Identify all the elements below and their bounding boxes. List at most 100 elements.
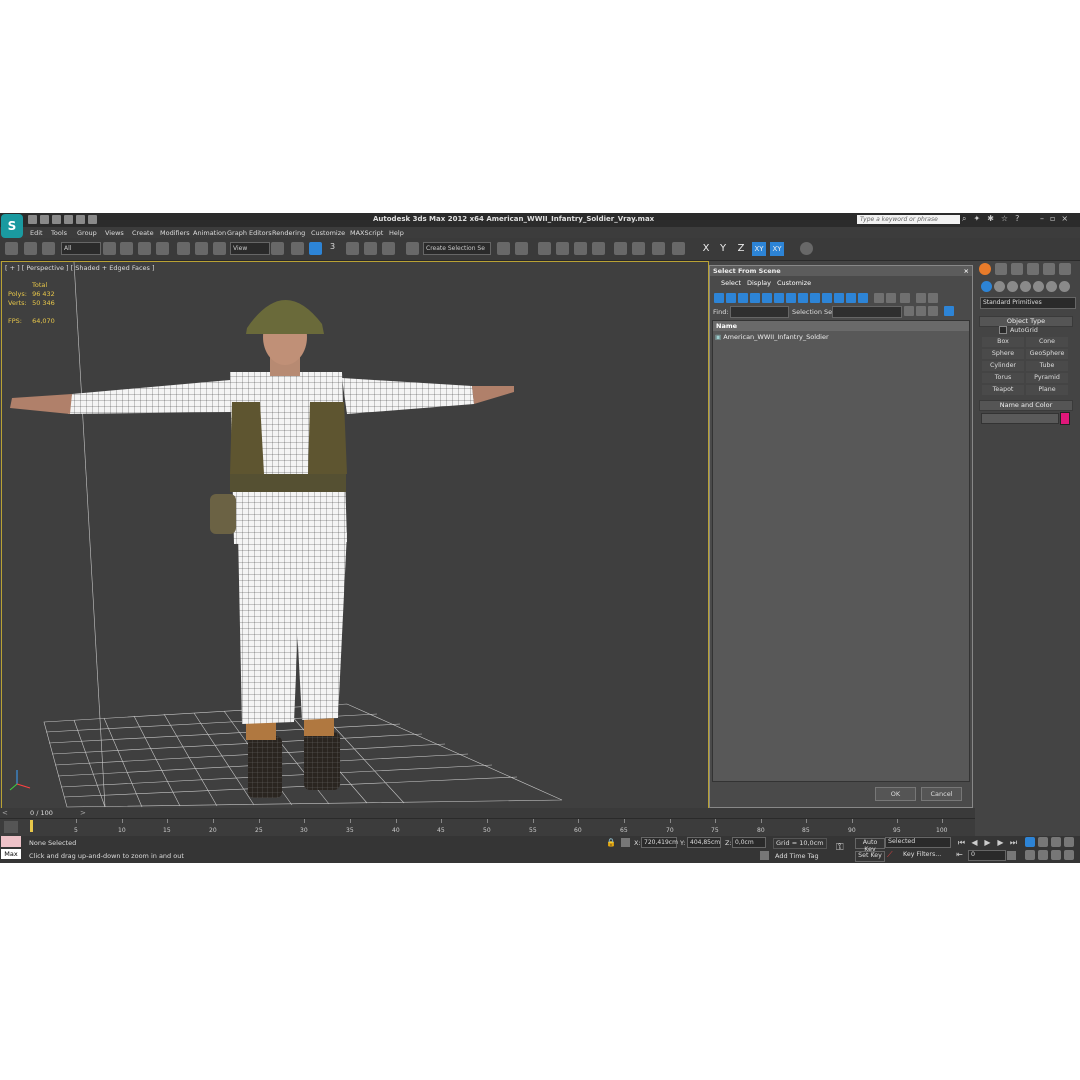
go-to-end-icon[interactable]: ⏭	[1009, 838, 1018, 847]
menu-animation[interactable]: Animation	[193, 229, 226, 237]
time-slider[interactable]: < 0 / 100 >	[0, 808, 975, 818]
material-editor-icon[interactable]	[614, 242, 627, 255]
help-icon[interactable]: ?	[1015, 214, 1019, 224]
select-object-icon[interactable]	[103, 242, 116, 255]
display-cameras-icon[interactable]	[750, 293, 760, 303]
percent-snap-icon[interactable]	[364, 242, 377, 255]
display-geometry-icon[interactable]	[714, 293, 724, 303]
bind-space-warp-icon[interactable]	[42, 242, 55, 255]
select-none-icon[interactable]	[916, 306, 926, 316]
pyramid-button[interactable]: Pyramid	[1026, 373, 1068, 383]
selection-set-dropdown[interactable]	[832, 306, 902, 318]
curve-editor-icon[interactable]	[574, 242, 587, 255]
selection-filter-dropdown[interactable]: All	[61, 242, 101, 255]
key-mode-dropdown[interactable]: Selected	[885, 837, 951, 848]
menu-edit[interactable]: Edit	[30, 229, 43, 237]
graphite-ribbon-icon[interactable]	[556, 242, 569, 255]
add-time-tag[interactable]: Add Time Tag	[775, 852, 819, 860]
ok-button[interactable]: OK	[875, 787, 916, 801]
render-production-icon[interactable]	[672, 242, 685, 255]
time-slider-prev-icon[interactable]: <	[2, 809, 8, 817]
mini-curve-editor-icon[interactable]	[4, 821, 18, 833]
angle-snap-icon[interactable]	[346, 242, 359, 255]
box-button[interactable]: Box	[982, 337, 1024, 347]
search-input[interactable]: Type a keyword or phrase	[857, 215, 960, 224]
select-manipulate-icon[interactable]	[291, 242, 304, 255]
sync-selection-icon[interactable]	[900, 293, 910, 303]
display-space-warps-icon[interactable]	[774, 293, 784, 303]
rectangular-selection-icon[interactable]	[138, 242, 151, 255]
scale-icon[interactable]	[213, 242, 226, 255]
maximize-viewport-icon[interactable]	[1064, 850, 1074, 860]
play-icon[interactable]: ▶	[983, 838, 992, 847]
plane-button[interactable]: Plane	[1026, 385, 1068, 395]
z-coordinate-field[interactable]: 0,0cm	[732, 837, 766, 848]
select-dependents-icon[interactable]	[944, 306, 954, 316]
vray-icon[interactable]	[800, 242, 813, 255]
display-invert-icon[interactable]	[886, 293, 896, 303]
dialog-menu-display[interactable]: Display	[747, 279, 771, 287]
display-bones-icon[interactable]	[810, 293, 820, 303]
project-folder-icon[interactable]	[88, 215, 97, 224]
window-crossing-icon[interactable]	[156, 242, 169, 255]
menu-customize[interactable]: Customize	[311, 229, 345, 237]
mirror-icon[interactable]	[497, 242, 510, 255]
undo-icon[interactable]	[64, 215, 73, 224]
axis-x-button[interactable]: X	[699, 242, 713, 256]
display-shapes-icon[interactable]	[726, 293, 736, 303]
hierarchy-tab-icon[interactable]	[1011, 263, 1023, 275]
object-list[interactable]: Name ▣ American_WWII_Infantry_Soldier	[712, 320, 970, 782]
find-input[interactable]	[730, 306, 789, 318]
modify-tab-icon[interactable]	[995, 263, 1007, 275]
autogrid-checkbox[interactable]	[999, 326, 1007, 334]
create-tab-icon[interactable]	[979, 263, 991, 275]
object-type-rollout[interactable]: Object Type	[979, 316, 1073, 327]
render-setup-icon[interactable]	[632, 242, 645, 255]
dialog-title-bar[interactable]: Select From Scene ×	[710, 266, 972, 276]
time-slider-next-icon[interactable]: >	[80, 809, 86, 817]
select-all-icon[interactable]	[904, 306, 914, 316]
axis-y-button[interactable]: Y	[716, 242, 730, 256]
axis-z-button[interactable]: Z	[734, 242, 748, 256]
communication-icon[interactable]: ✱	[987, 214, 994, 224]
zoom-icon[interactable]	[1025, 837, 1035, 847]
rendered-frame-window-icon[interactable]	[652, 242, 665, 255]
teapot-button[interactable]: Teapot	[982, 385, 1024, 395]
key-mode-toggle-icon[interactable]: ⇤	[955, 850, 964, 859]
time-tag-icon[interactable]	[760, 851, 769, 860]
maxscript-listener-swatch[interactable]	[1, 836, 21, 847]
favorites-icon[interactable]: ☆	[1001, 214, 1008, 224]
menu-views[interactable]: Views	[105, 229, 124, 237]
time-marker[interactable]	[30, 820, 33, 832]
time-configuration-icon[interactable]	[1007, 851, 1016, 860]
display-groups-icon[interactable]	[786, 293, 796, 303]
utilities-tab-icon[interactable]	[1059, 263, 1071, 275]
menu-maxscript[interactable]: MAXScript	[350, 229, 383, 237]
space-warps-icon[interactable]	[1046, 281, 1057, 292]
binoculars-icon[interactable]: ⌕	[962, 214, 966, 224]
save-file-icon[interactable]	[52, 215, 61, 224]
open-file-icon[interactable]	[40, 215, 49, 224]
display-all-icon[interactable]	[858, 293, 868, 303]
axis-xy-button[interactable]: XY	[752, 242, 766, 256]
display-frozen-icon[interactable]	[834, 293, 844, 303]
object-color-swatch[interactable]	[1060, 412, 1070, 425]
display-xrefs-icon[interactable]	[798, 293, 808, 303]
select-by-name-icon[interactable]	[120, 242, 133, 255]
set-keys-icon[interactable]: ⟋	[887, 850, 893, 860]
display-helpers-icon[interactable]	[762, 293, 772, 303]
current-frame-field[interactable]: 0	[968, 850, 1006, 861]
subscription-icon[interactable]: ✦	[973, 214, 980, 224]
cylinder-button[interactable]: Cylinder	[982, 361, 1024, 371]
lock-selection-icon[interactable]: 🔒	[606, 838, 616, 847]
cameras-icon[interactable]	[1020, 281, 1031, 292]
menu-tools[interactable]: Tools	[51, 229, 67, 237]
track-bar[interactable]: 5 10 15 20 25 30 35 40 45 50 55 60 65 70…	[0, 818, 975, 837]
keyboard-shortcut-override-icon[interactable]	[309, 242, 322, 255]
motion-tab-icon[interactable]	[1027, 263, 1039, 275]
display-containers-icon[interactable]	[822, 293, 832, 303]
sphere-button[interactable]: Sphere	[982, 349, 1024, 359]
spinner-snap-icon[interactable]	[382, 242, 395, 255]
dialog-close-icon[interactable]: ×	[964, 266, 969, 276]
menu-graph-editors[interactable]: Graph Editors	[227, 229, 272, 237]
